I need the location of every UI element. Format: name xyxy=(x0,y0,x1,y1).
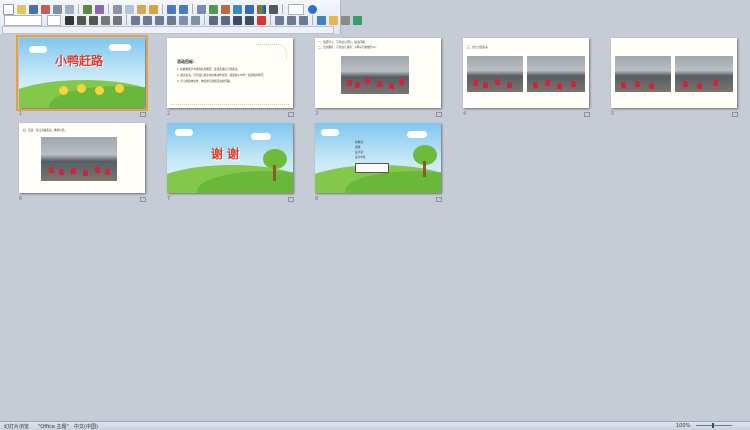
transition-icon[interactable] xyxy=(140,112,146,117)
slide-thumbnail-1[interactable]: 小鸭赶路 xyxy=(16,35,148,111)
slide-8-textbox xyxy=(355,163,389,173)
font-size-dropdown[interactable] xyxy=(47,14,61,26)
slide-8-line-3: 设计者： xyxy=(355,151,366,154)
slide-number-8: 8 xyxy=(315,196,319,202)
slide-number-7: 7 xyxy=(167,196,171,202)
slide-number-2: 2 xyxy=(167,111,171,117)
slide-3-photo xyxy=(341,56,409,94)
slide-number-5: 5 xyxy=(611,111,615,117)
slide-number-3: 3 xyxy=(315,111,319,117)
duckling-icon xyxy=(115,84,124,93)
formatting-toolbar xyxy=(2,13,363,27)
layout-icon[interactable] xyxy=(341,15,350,25)
text-direction-icon[interactable] xyxy=(179,15,188,25)
transition-icon[interactable] xyxy=(288,197,294,202)
numbering-icon[interactable] xyxy=(221,15,230,25)
italic-icon[interactable] xyxy=(77,15,86,25)
decrease-font-icon[interactable] xyxy=(245,15,254,25)
toolbar xyxy=(0,0,362,35)
drawing-toolbar xyxy=(2,26,334,34)
transition-icon[interactable] xyxy=(436,112,442,117)
shadow-icon[interactable] xyxy=(101,15,110,25)
slide-thumbnail-4[interactable]: 三、幼儿分组表演 xyxy=(463,38,589,108)
increase-font-icon[interactable] xyxy=(233,15,242,25)
slide-3-line-1: 一、谈话导入：引导幼儿回忆，提出问题。 xyxy=(318,41,368,44)
transition-icon[interactable] xyxy=(732,112,738,117)
align-left-icon[interactable] xyxy=(131,15,140,25)
duckling-icon xyxy=(59,86,68,95)
slide-thumbnail-7[interactable]: 谢 谢 xyxy=(167,123,293,193)
align-right-icon[interactable] xyxy=(155,15,164,25)
slide-4-photo-left xyxy=(467,56,523,92)
slide-1-title: 小鸭赶路 xyxy=(55,54,104,68)
slide-8-line-2: 课题： xyxy=(355,146,363,149)
font-color-icon[interactable] xyxy=(257,15,266,25)
outdent-icon[interactable] xyxy=(287,15,296,25)
zoom-slider[interactable] xyxy=(696,425,732,426)
slide-8-line-1: 执教者： xyxy=(355,141,366,144)
duckling-icon xyxy=(77,84,86,93)
slide-thumbnail-5[interactable] xyxy=(611,38,737,108)
transition-icon[interactable] xyxy=(436,197,442,202)
slide-4-caption: 三、幼儿分组表演 xyxy=(467,46,488,49)
columns-icon[interactable] xyxy=(191,15,200,25)
animation-icon[interactable] xyxy=(353,15,362,25)
font-name-dropdown[interactable] xyxy=(4,14,42,26)
transition-icon[interactable] xyxy=(288,112,294,117)
slide-4-photo-right xyxy=(527,56,585,92)
slide-5-photo-left xyxy=(615,56,671,92)
slide-6-photo xyxy=(41,137,117,181)
transition-icon[interactable] xyxy=(584,112,590,117)
slide-thumbnail-6[interactable]: 四、结束：幼儿自由表演，教师小结。 xyxy=(19,123,145,193)
justify-icon[interactable] xyxy=(167,15,176,25)
slide-thumbnail-8[interactable]: 执教者： 课题： 设计者： 设计单位： xyxy=(315,123,441,193)
slide-2-line-1: 1. 在故事情节中感知并用图形，尝试表述自己的看法。 xyxy=(177,68,240,71)
line-spacing-icon[interactable] xyxy=(299,15,308,25)
slide-number-1: 1 xyxy=(19,111,23,117)
new-slide-icon[interactable] xyxy=(329,15,338,25)
slide-number-4: 4 xyxy=(463,111,467,117)
underline-icon[interactable] xyxy=(89,15,98,25)
zoom-slider-thumb[interactable] xyxy=(712,423,714,428)
status-zoom: 100% xyxy=(676,423,691,429)
align-center-icon[interactable] xyxy=(143,15,152,25)
slide-2-line-3: 3. 学习用肢体动作，体验参与游戏活动的乐趣。 xyxy=(177,80,233,83)
slide-8-line-4: 设计单位： xyxy=(355,156,368,159)
slide-5-photo-right xyxy=(675,56,733,92)
strikethrough-icon[interactable] xyxy=(113,15,122,25)
slide-thumbnail-3[interactable]: 一、谈话导入：引导幼儿回忆，提出问题。 二、出示图片，引导幼儿观察：小鸭子们在做… xyxy=(315,38,441,108)
slide-6-line-1: 四、结束：幼儿自由表演，教师小结。 xyxy=(23,129,68,132)
slide-thumbnail-2[interactable]: 活动目标： 1. 在故事情节中感知并用图形，尝试表述自己的看法。 2. 通过表演… xyxy=(167,38,293,108)
duckling-icon xyxy=(95,86,104,95)
slide-2-line-2: 2. 通过表演，引导幼儿愿意用身体动作表现，感受和小伙伴一起游戏的快乐。 xyxy=(177,74,266,77)
slide-3-line-2: 二、出示图片，引导幼儿观察：小鸭子们在做什么？ xyxy=(318,46,378,49)
slide-number-6: 6 xyxy=(19,196,23,202)
slide-7-title: 谢 谢 xyxy=(211,147,240,161)
design-icon[interactable] xyxy=(317,15,326,25)
bullets-icon[interactable] xyxy=(209,15,218,25)
bold-icon[interactable] xyxy=(65,15,74,25)
indent-icon[interactable] xyxy=(275,15,284,25)
slide-sorter-pane[interactable]: 小鸭赶路 1 活动目标： 1. 在故事情节中感知并用图形，尝试表述自己的看法。 … xyxy=(0,34,750,421)
transition-icon[interactable] xyxy=(140,197,146,202)
slide-2-heading: 活动目标： xyxy=(177,59,197,64)
